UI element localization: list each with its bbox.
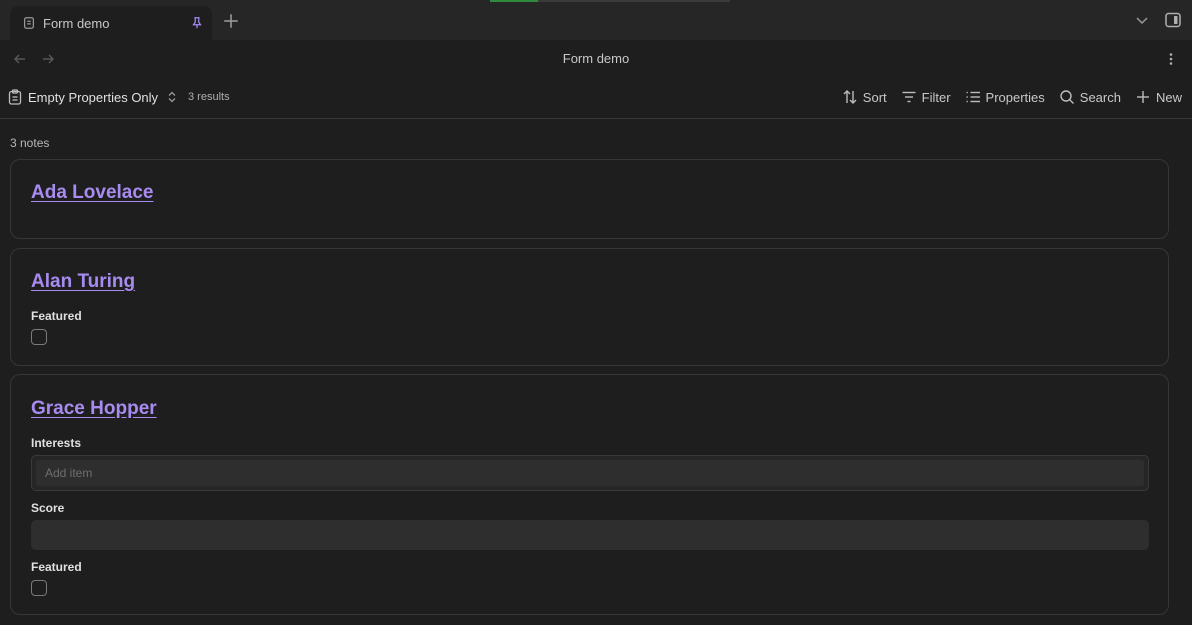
base-toolbar: Empty Properties Only 3 results Sort Fil… [0, 78, 1192, 119]
note-card: Alan Turing Featured [10, 248, 1169, 366]
search-button[interactable]: Search [1059, 89, 1121, 105]
results-count: 3 results [188, 91, 230, 103]
property-label-featured: Featured [31, 309, 82, 323]
filter-icon [902, 91, 916, 103]
interests-add-item-input[interactable]: Add item [36, 460, 1144, 486]
tab-form-demo[interactable]: Form demo [10, 6, 212, 40]
notes-count: 3 notes [10, 136, 50, 150]
tab-title: Form demo [43, 15, 110, 31]
filter-label: Filter [921, 89, 951, 105]
loading-indicator [490, 0, 730, 2]
note-title-link[interactable]: Alan Turing [31, 271, 135, 293]
chevron-up-down-icon [166, 91, 178, 103]
view-title: Form demo [562, 51, 630, 66]
note-title-link[interactable]: Grace Hopper [31, 398, 157, 420]
new-label: New [1155, 89, 1182, 105]
new-tab-icon[interactable] [222, 12, 240, 30]
search-icon [1060, 90, 1074, 104]
sidebar-toggle-icon[interactable] [1164, 11, 1182, 29]
view-selector[interactable]: Empty Properties Only [8, 89, 178, 105]
toolbar-actions: Sort Filter Properties Search New [842, 89, 1182, 105]
property-label-score: Score [31, 501, 65, 515]
property-label-interests: Interests [31, 436, 82, 450]
new-button[interactable]: New [1135, 89, 1182, 105]
sort-button[interactable]: Sort [842, 89, 887, 105]
document-icon [22, 16, 36, 30]
sort-icon [843, 90, 857, 104]
properties-button[interactable]: Properties [965, 89, 1045, 105]
properties-label: Properties [985, 89, 1045, 105]
search-label: Search [1079, 89, 1121, 105]
interests-list-field: Add item [31, 455, 1149, 491]
pin-icon[interactable] [190, 16, 204, 30]
note-card: Ada Lovelace [10, 159, 1169, 239]
filter-button[interactable]: Filter [901, 89, 951, 105]
list-icon [966, 91, 980, 103]
navigation-bar: Form demo [0, 40, 1192, 78]
property-label-featured: Featured [31, 560, 82, 574]
chevron-down-icon[interactable] [1134, 12, 1150, 28]
more-options-icon[interactable] [1163, 51, 1179, 67]
note-card: Grace Hopper Interests Add item Score Fe… [10, 374, 1169, 615]
sort-label: Sort [862, 89, 887, 105]
score-input[interactable] [31, 520, 1149, 550]
tab-bar: Form demo [0, 0, 1192, 40]
featured-checkbox[interactable] [31, 329, 47, 345]
plus-icon [1136, 91, 1149, 103]
clipboard-icon [8, 89, 22, 105]
note-title-link[interactable]: Ada Lovelace [31, 182, 154, 204]
featured-checkbox[interactable] [31, 580, 47, 596]
view-name: Empty Properties Only [28, 89, 159, 105]
